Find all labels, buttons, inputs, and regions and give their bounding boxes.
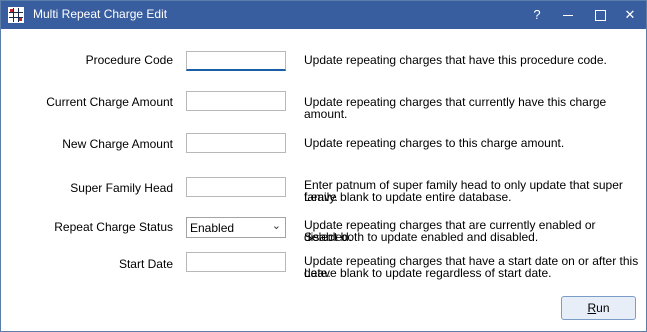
procedure-code-description: Update repeating charges that have this …	[304, 53, 607, 67]
repeat-charge-status-value: Enabled	[190, 221, 235, 235]
start-date-input[interactable]	[186, 252, 286, 272]
start-date-description-line2: Leave blank to update regardless of star…	[304, 266, 552, 280]
current-charge-amount-label: Current Charge Amount	[46, 95, 173, 109]
title-bar[interactable]: Multi Repeat Charge Edit ? ✕	[1, 1, 646, 29]
repeat-charge-status-label: Repeat Charge Status	[54, 220, 173, 234]
minimize-icon	[563, 15, 573, 16]
dialog-window: Multi Repeat Charge Edit ? ✕ Procedure C…	[0, 0, 647, 332]
current-charge-amount-description: Update repeating charges that currently …	[304, 95, 607, 121]
super-family-head-label: Super Family Head	[70, 181, 173, 195]
repeat-charge-status-description-line2: Select both to update enabled and disabl…	[304, 230, 539, 244]
repeat-charge-status-dropdown[interactable]: Enabled ⌄	[186, 217, 286, 238]
help-button[interactable]: ?	[521, 1, 553, 29]
maximize-icon	[595, 10, 606, 21]
app-icon	[8, 7, 24, 23]
form-area: Procedure Code Update repeating charges …	[1, 29, 646, 331]
run-button-label-mnemonic: R	[587, 301, 597, 315]
current-charge-amount-input[interactable]	[186, 91, 286, 111]
minimize-button[interactable]	[553, 1, 585, 29]
run-button[interactable]: Run	[561, 296, 636, 320]
super-family-head-description-line2: Leave blank to update entire database.	[304, 190, 512, 204]
new-charge-amount-input[interactable]	[186, 133, 286, 153]
procedure-code-label: Procedure Code	[85, 53, 173, 67]
procedure-code-input[interactable]	[186, 51, 286, 71]
window-title: Multi Repeat Charge Edit	[33, 7, 168, 21]
run-button-label-suffix: un	[596, 301, 610, 315]
maximize-button[interactable]	[585, 1, 617, 29]
close-button[interactable]: ✕	[614, 1, 646, 29]
super-family-head-input[interactable]	[186, 177, 286, 197]
new-charge-amount-label: New Charge Amount	[62, 137, 173, 151]
chevron-down-icon: ⌄	[271, 220, 281, 232]
start-date-label: Start Date	[118, 257, 173, 271]
new-charge-amount-description: Update repeating charges to this charge …	[304, 136, 565, 150]
